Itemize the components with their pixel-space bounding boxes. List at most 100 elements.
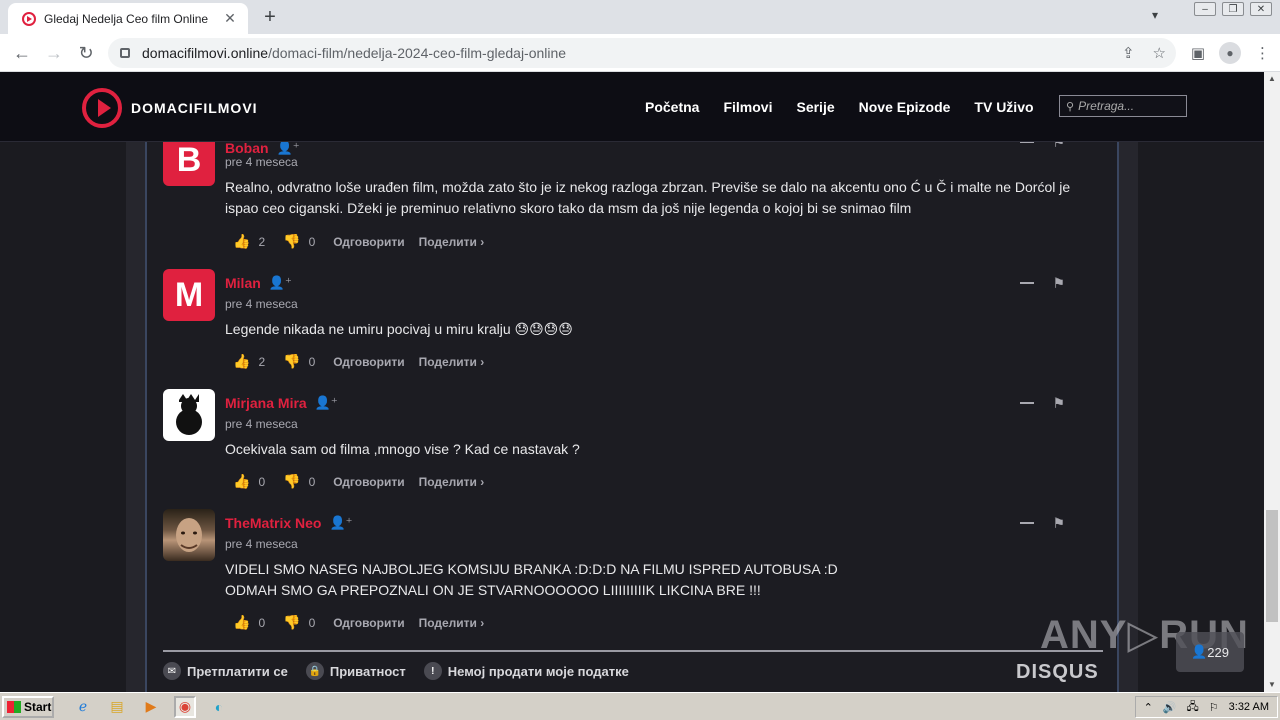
reload-icon[interactable]: ↻ bbox=[74, 41, 98, 65]
comment-author[interactable]: Milan bbox=[225, 275, 261, 291]
lock-icon[interactable] bbox=[120, 48, 130, 58]
thumbs-up-icon[interactable]: 👍 bbox=[233, 614, 250, 631]
chrome-icon[interactable]: ◉ bbox=[174, 695, 196, 718]
avatar[interactable] bbox=[163, 509, 215, 561]
file-explorer-icon[interactable]: ▤ bbox=[106, 696, 128, 718]
collapse-icon[interactable] bbox=[1020, 142, 1035, 143]
disqus-logo[interactable]: DISQUS bbox=[1016, 661, 1099, 684]
nav-movies[interactable]: Filmovi bbox=[723, 99, 772, 115]
nav-home[interactable]: Početna bbox=[645, 99, 699, 115]
site-header: DOMACIFILMOVI Početna Filmovi Serije Nov… bbox=[0, 72, 1264, 142]
media-player-icon[interactable]: ▶ bbox=[140, 696, 162, 718]
flag-icon[interactable]: ⚑ bbox=[1052, 395, 1065, 412]
share-button[interactable]: Поделити › bbox=[419, 475, 485, 489]
share-button[interactable]: Поделити › bbox=[419, 235, 485, 249]
comment-time[interactable]: pre 4 meseca bbox=[225, 297, 298, 311]
warning-icon: ! bbox=[423, 662, 442, 680]
do-not-sell-link[interactable]: ! Немој продати моје податке bbox=[423, 662, 629, 680]
restore-button[interactable]: ❐ bbox=[1222, 2, 1244, 16]
avatar-silhouette-icon bbox=[176, 394, 202, 435]
like-count: 0 bbox=[258, 474, 266, 489]
thumbs-down-icon[interactable]: 👎 bbox=[283, 614, 300, 631]
back-arrow-icon[interactable]: ← bbox=[10, 41, 34, 65]
collapse-icon[interactable] bbox=[1020, 515, 1035, 524]
clock[interactable]: 3:32 AM bbox=[1229, 701, 1269, 713]
comment-header: Boban 👤⁺ bbox=[225, 142, 300, 156]
thumbs-up-icon[interactable]: 👍 bbox=[233, 353, 250, 370]
bookmark-star-icon[interactable]: ☆ bbox=[1153, 44, 1166, 62]
comment-author[interactable]: Boban bbox=[225, 142, 269, 156]
comment-tools: ⚑ bbox=[1020, 515, 1065, 532]
thumbs-up-icon[interactable]: 👍 bbox=[233, 233, 250, 250]
follow-user-icon[interactable]: 👤⁺ bbox=[315, 395, 338, 411]
comment-author[interactable]: Mirjana Mira bbox=[225, 395, 307, 411]
follow-user-icon[interactable]: 👤⁺ bbox=[329, 515, 352, 531]
share-icon[interactable]: ⇪ bbox=[1122, 44, 1135, 62]
comment-actions: 👍 2 👎 0 Одговорити Поделити › bbox=[233, 233, 498, 250]
tray-chevron-icon[interactable]: ⌃ bbox=[1144, 701, 1153, 714]
side-panel-icon[interactable]: ▣ bbox=[1191, 44, 1205, 62]
flag-icon[interactable]: ⚑ bbox=[1052, 142, 1065, 151]
privacy-link[interactable]: 🔒 Приватност bbox=[305, 662, 406, 680]
scroll-thumb[interactable] bbox=[1266, 510, 1278, 622]
share-button[interactable]: Поделити › bbox=[419, 355, 485, 369]
page-scrollbar[interactable]: ▲ ▼ bbox=[1264, 72, 1280, 692]
comment-text-line: ODMAH SMO GA PREPOZNALI ON JE STVARNOOOO… bbox=[225, 582, 761, 598]
thumbs-up-icon[interactable]: 👍 bbox=[233, 473, 250, 490]
profile-avatar-icon[interactable]: ● bbox=[1219, 42, 1241, 64]
browser-tab[interactable]: Gledaj Nedelja Ceo film Online ✕ bbox=[8, 3, 248, 34]
comment-header: Mirjana Mira 👤⁺ bbox=[225, 395, 338, 411]
scroll-up-icon[interactable]: ▲ bbox=[1264, 72, 1280, 86]
nav-live-tv[interactable]: TV Uživo bbox=[974, 99, 1033, 115]
comment-text: Realno, odvratno loše urađen film, možda… bbox=[225, 179, 1071, 216]
tab-search-chevron-icon[interactable]: ▾ bbox=[1152, 8, 1158, 22]
reply-button[interactable]: Одговорити bbox=[333, 616, 404, 630]
play-logo-icon bbox=[82, 88, 122, 128]
comment-text: Legende nikada ne umiru pocivaj u miru k… bbox=[225, 321, 573, 337]
internet-explorer-icon[interactable]: ℯ bbox=[72, 696, 94, 718]
subscribe-link[interactable]: ✉ Претплатити се bbox=[163, 662, 288, 680]
forward-arrow-icon[interactable]: → bbox=[42, 41, 66, 65]
edge-icon[interactable]: ◐ bbox=[208, 696, 230, 718]
address-bar[interactable]: domacifilmovi.online/domaci-film/nedelja… bbox=[108, 38, 1176, 68]
share-button[interactable]: Поделити › bbox=[419, 616, 485, 630]
collapse-icon[interactable] bbox=[1020, 395, 1035, 404]
comment-time[interactable]: pre 4 meseca bbox=[225, 155, 298, 169]
comment-item: Mirjana Mira 👤⁺ ⚑ pre 4 meseca Ocekivala… bbox=[163, 389, 1103, 509]
new-tab-button[interactable]: + bbox=[258, 6, 282, 29]
url-path: /domaci-film/nedelja-2024-ceo-film-gleda… bbox=[268, 45, 567, 61]
comment-time[interactable]: pre 4 meseca bbox=[225, 537, 298, 551]
tab-close-icon[interactable]: ✕ bbox=[222, 10, 238, 27]
network-icon[interactable]: 🖧 bbox=[1187, 698, 1199, 717]
follow-user-icon[interactable]: 👤⁺ bbox=[269, 275, 292, 291]
flag-icon[interactable]: ⚑ bbox=[1052, 515, 1065, 532]
close-window-button[interactable]: ✕ bbox=[1250, 2, 1272, 16]
flag-icon[interactable]: ⚑ bbox=[1052, 275, 1065, 292]
browser-toolbar: ← → ↻ domacifilmovi.online/domaci-film/n… bbox=[0, 34, 1280, 72]
follow-user-icon[interactable]: 👤⁺ bbox=[277, 142, 300, 156]
action-center-flag-icon[interactable]: ⚐ bbox=[1209, 701, 1219, 714]
site-logo[interactable]: DOMACIFILMOVI bbox=[82, 88, 258, 128]
minimize-button[interactable]: – bbox=[1194, 2, 1216, 16]
volume-icon[interactable]: 🔊 bbox=[1163, 701, 1177, 714]
search-input[interactable] bbox=[1078, 99, 1179, 113]
browser-menu-icon[interactable]: ⋮ bbox=[1255, 44, 1270, 62]
nav-series[interactable]: Serije bbox=[796, 99, 834, 115]
comment-tools: ⚑ bbox=[1020, 142, 1065, 151]
reply-button[interactable]: Одговорити bbox=[333, 475, 404, 489]
thumbs-down-icon[interactable]: 👎 bbox=[283, 353, 300, 370]
avatar[interactable] bbox=[163, 389, 215, 441]
reply-button[interactable]: Одговорити bbox=[333, 355, 404, 369]
tab-title: Gledaj Nedelja Ceo film Online bbox=[44, 11, 209, 26]
nav-new-episodes[interactable]: Nove Epizode bbox=[859, 99, 951, 115]
comment-time[interactable]: pre 4 meseca bbox=[225, 417, 298, 431]
reply-button[interactable]: Одговорити bbox=[333, 235, 404, 249]
avatar[interactable]: B bbox=[163, 142, 215, 186]
avatar[interactable]: M bbox=[163, 269, 215, 321]
thumbs-down-icon[interactable]: 👎 bbox=[283, 233, 300, 250]
comment-author[interactable]: TheMatrix Neo bbox=[225, 515, 321, 531]
collapse-icon[interactable] bbox=[1020, 275, 1035, 284]
start-button[interactable]: Start bbox=[2, 695, 54, 718]
scroll-down-icon[interactable]: ▼ bbox=[1264, 678, 1280, 692]
thumbs-down-icon[interactable]: 👎 bbox=[283, 473, 300, 490]
